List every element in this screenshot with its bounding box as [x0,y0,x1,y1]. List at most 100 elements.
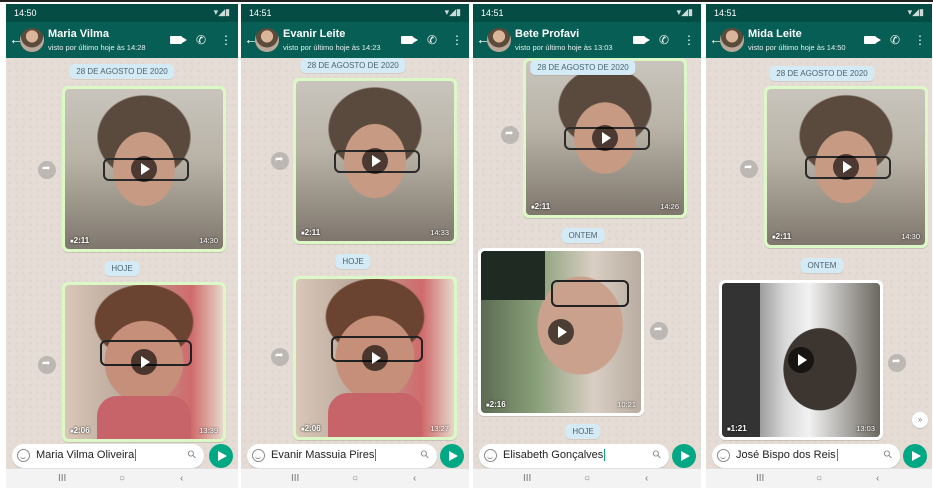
message-input[interactable]: Evanir Massuia Pires ⚲ [247,444,437,468]
message-input[interactable]: Elisabeth Gonçalves ⚲ [479,444,669,468]
message-time: 14:26 [660,202,679,211]
send-button[interactable] [440,444,464,468]
date-pill: 28 DE AGOSTO DE 2020 [300,58,406,73]
message-input-text[interactable]: José Bispo dos Reis [736,449,838,462]
video-camera-icon[interactable] [400,36,418,44]
play-icon[interactable] [788,347,814,373]
video-thumbnail[interactable]: 2:11 14:26 [526,61,684,215]
more-vertical-icon[interactable]: ⋮ [451,33,463,47]
play-icon[interactable] [131,156,157,182]
play-icon[interactable] [548,319,574,345]
forward-icon[interactable] [271,348,289,366]
smiley-icon[interactable] [484,449,497,462]
send-button[interactable] [903,444,927,468]
message-input-text[interactable]: Elisabeth Gonçalves [503,449,606,462]
phone-icon[interactable]: ✆ [659,33,669,47]
video-camera-icon[interactable] [863,36,881,44]
more-vertical-icon[interactable]: ⋮ [914,33,926,47]
status-bar: 14:51 ▾◢▮ [706,4,932,22]
smiley-icon[interactable] [252,449,265,462]
forward-icon[interactable] [38,161,56,179]
message-input-text[interactable]: Evanir Massuia Pires [271,449,377,462]
video-message-incoming[interactable]: 1:21 13:03 [719,280,883,440]
video-message[interactable]: 2:06 13:39 [62,282,226,442]
video-duration: 2:11 [301,228,321,237]
message-time: 13:39 [199,426,218,435]
video-thumbnail[interactable]: 1:21 13:03 [722,283,880,437]
recents-icon[interactable]: III [291,473,299,484]
scroll-down-button[interactable]: » [912,412,928,428]
paperclip-icon[interactable]: ⚲ [185,447,199,462]
nav-back-icon[interactable]: ‹ [876,473,879,484]
nav-back-icon[interactable]: ‹ [645,473,648,484]
avatar[interactable] [20,28,44,52]
forward-icon[interactable] [740,160,758,178]
forward-icon[interactable] [271,152,289,170]
video-message[interactable]: 2:11 14:33 [293,78,457,244]
message-input[interactable]: José Bispo dos Reis ⚲ [712,444,900,468]
video-message[interactable]: 2:11 14:30 [62,86,226,252]
play-icon[interactable] [362,148,388,174]
play-icon[interactable] [592,125,618,151]
chat-header: ← Maria Vilma visto por último hoje às 1… [6,22,238,58]
smiley-icon[interactable] [717,449,730,462]
video-thumbnail[interactable]: 2:11 14:33 [296,81,454,241]
contact-name[interactable]: Maria Vilma [48,28,109,40]
phone-icon[interactable]: ✆ [427,33,437,47]
video-thumbnail[interactable]: 2:11 14:30 [65,89,223,249]
paperclip-icon[interactable]: ⚲ [881,447,895,462]
home-icon[interactable]: ○ [816,473,822,484]
nav-back-icon[interactable]: ‹ [180,473,183,484]
send-button[interactable] [672,444,696,468]
video-thumbnail[interactable]: 2:06 13:27 [296,279,454,437]
nav-back-icon[interactable]: ‹ [413,473,416,484]
video-message[interactable]: 2:11 14:30 [764,86,928,248]
play-icon[interactable] [131,349,157,375]
message-input[interactable]: Maria Vilma Oliveira ⚲ [12,444,204,468]
home-icon[interactable]: ○ [119,473,125,484]
more-vertical-icon[interactable]: ⋮ [683,33,695,47]
play-icon[interactable] [833,154,859,180]
video-camera-icon[interactable] [169,36,187,44]
phone-icon[interactable]: ✆ [890,33,900,47]
forward-icon[interactable] [38,356,56,374]
video-message[interactable]: 2:06 13:27 [293,276,457,440]
avatar[interactable] [255,28,279,52]
avatar[interactable] [487,28,511,52]
contact-name[interactable]: Bete Profavi [515,28,579,40]
video-camera-icon[interactable] [632,36,650,44]
chat-header: ← Bete Profavi visto por último hoje às … [473,22,701,58]
smiley-icon[interactable] [17,449,30,462]
video-duration: 2:06 [301,424,321,433]
forward-icon[interactable] [650,322,668,340]
contact-name[interactable]: Evanir Leite [283,28,345,40]
video-thumbnail[interactable]: 2:06 13:39 [65,285,223,439]
more-vertical-icon[interactable]: ⋮ [220,33,232,47]
play-icon[interactable] [362,345,388,371]
text-caret [375,449,377,462]
forward-icon[interactable] [888,354,906,372]
paperclip-icon[interactable]: ⚲ [650,447,664,462]
message-input-text[interactable]: Maria Vilma Oliveira [36,449,137,462]
status-time: 14:51 [714,8,737,18]
status-bar: 14:51 ▾◢▮ [241,4,469,22]
home-icon[interactable]: ○ [584,473,590,484]
home-icon[interactable]: ○ [352,473,358,484]
video-message-incoming[interactable]: 2:16 10:21 [478,248,644,416]
paperclip-icon[interactable]: ⚲ [418,447,432,462]
forward-icon[interactable] [501,126,519,144]
video-message[interactable]: 2:11 14:26 [523,58,687,218]
recents-icon[interactable]: III [756,473,764,484]
video-thumbnail[interactable]: 2:11 14:30 [767,89,925,245]
avatar[interactable] [720,28,744,52]
send-button[interactable] [209,444,233,468]
signal-battery-icon: ▾◢▮ [444,7,461,17]
phone-icon[interactable]: ✆ [196,33,206,47]
video-duration: 1:21 [727,424,747,433]
recents-icon[interactable]: III [58,473,66,484]
chat-screen-evanir-leite: 14:51 ▾◢▮ ← Evanir Leite visto por últim… [241,4,469,488]
message-time: 10:21 [617,400,636,409]
contact-name[interactable]: Mida Leite [748,28,802,40]
video-thumbnail[interactable]: 2:16 10:21 [481,251,641,413]
recents-icon[interactable]: III [523,473,531,484]
